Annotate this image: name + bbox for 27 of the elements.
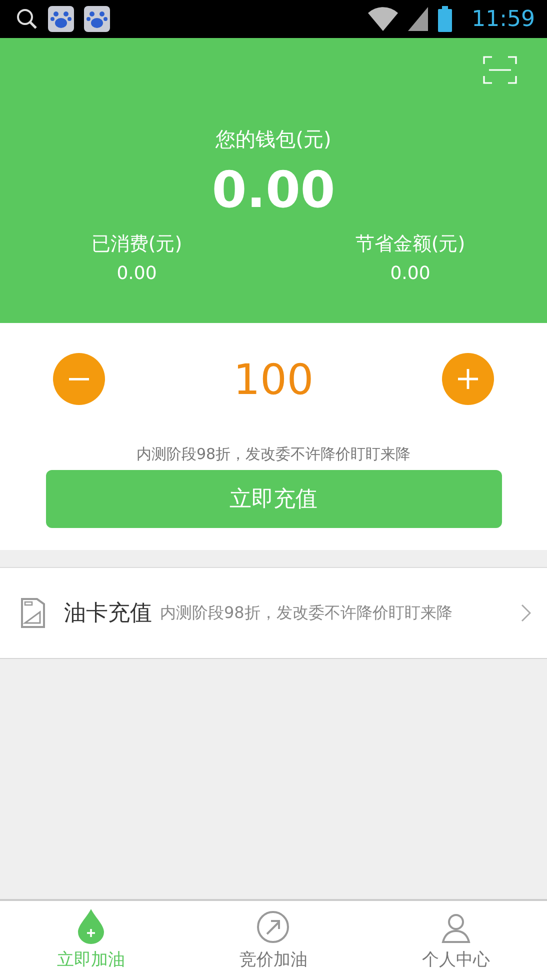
wallet-title: 您的钱包(元)	[216, 126, 332, 153]
battery-icon	[438, 6, 452, 32]
list-item[interactable]: 油卡充值 内测阶段98折，发改委不许降价盯盯来降	[0, 567, 547, 659]
minus-icon	[68, 377, 88, 381]
card-icon	[20, 598, 46, 628]
search-icon	[16, 8, 38, 30]
item-subtitle: 内测阶段98折，发改委不许降价盯盯来降	[160, 602, 454, 624]
nav-tab[interactable]: 个人中心	[364, 901, 547, 973]
wifi-icon	[368, 7, 398, 31]
plus-icon	[458, 369, 478, 389]
stat-value: 0.00	[390, 263, 430, 284]
wallet-amount: 0.00	[212, 161, 336, 219]
status-time: 11:59	[472, 6, 535, 32]
paw-app-icon	[84, 6, 110, 32]
paw-app-icon	[48, 6, 74, 32]
minus-button[interactable]	[52, 353, 104, 405]
chevron-icon	[521, 604, 531, 622]
stat-label: 节省金额(元)	[355, 232, 466, 257]
signal-icon	[408, 7, 428, 31]
discount-note: 内测阶段98折，发改委不许降价盯盯来降	[136, 445, 411, 464]
drop-icon	[77, 908, 106, 944]
nav-tab[interactable]: 竞价加油	[182, 901, 365, 973]
item-title: 油卡充值	[64, 600, 152, 628]
stat-label: 已消费(元)	[91, 232, 182, 257]
amount-value: 100	[233, 354, 314, 404]
stat-value: 0.00	[116, 263, 157, 284]
scan-icon[interactable]	[483, 56, 517, 84]
